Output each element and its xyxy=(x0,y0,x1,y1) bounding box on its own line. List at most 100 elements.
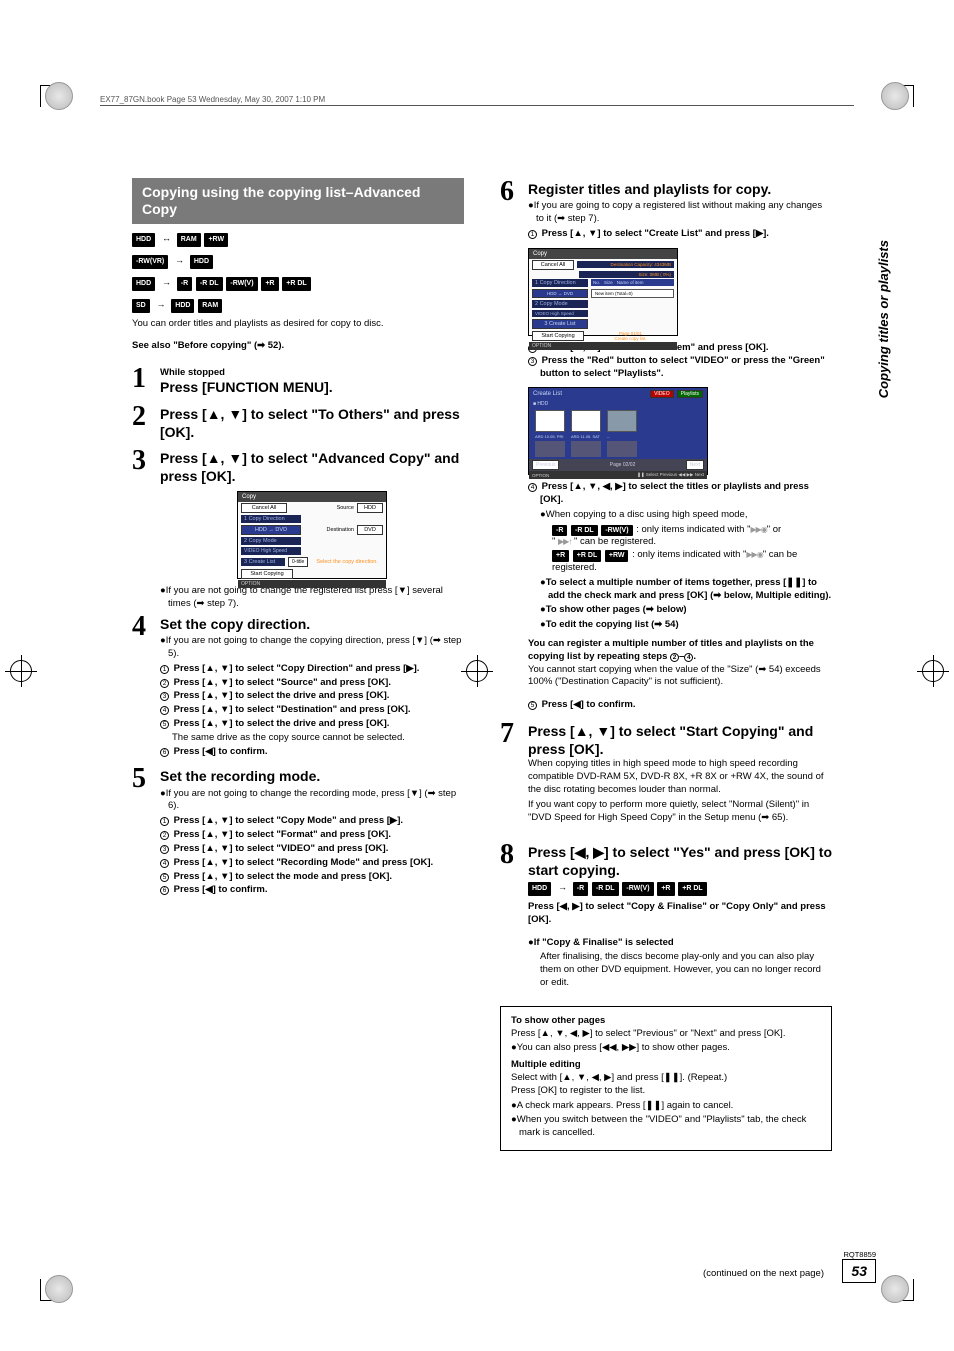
copy-mode-value: VIDEO High Speed xyxy=(532,310,588,317)
step-heading: Press [FUNCTION MENU]. xyxy=(160,378,464,396)
step-4: 4 Set the copy direction. ●If you are no… xyxy=(132,613,464,760)
previous-button: Previous xyxy=(532,460,559,470)
substep: 5 Press [▲, ▼] to select the mode and pr… xyxy=(160,871,464,884)
thumbnail xyxy=(571,410,601,432)
hs-media-line2: " ▶▶↑ " can be registered. xyxy=(540,536,832,549)
register-multiple-note: You can register a multiple number of ti… xyxy=(528,638,832,689)
footer-hint: ❚❚ Select Previous ◀◀ ▶▶ Next xyxy=(552,472,704,478)
ui-screenshot-copy-dialog: Copy Cancel All Source HDD 1 Copy Direct… xyxy=(237,491,387,579)
option-label: OPTION xyxy=(532,473,549,478)
hint-text: Create copy list. xyxy=(587,336,674,341)
thumbnail-empty xyxy=(607,441,637,457)
media-tag: -RW(V) xyxy=(226,277,257,292)
hs-media-line: -R -R DL -RW(V) : only items indicated w… xyxy=(540,524,832,537)
thumb-label: ARD 11.05. SAT xyxy=(571,434,601,439)
media-compat-line-3: HDD → -R -R DL -RW(V) +R +R DL xyxy=(132,274,464,292)
size-value: 0MB ( 0%) xyxy=(650,272,671,277)
destination-value: DVD xyxy=(357,525,383,535)
other-pages-note: ●To show other pages (➡ below) xyxy=(540,604,832,617)
step-8: 8 Press [◀, ▶] to select "Yes" and press… xyxy=(500,841,832,990)
highspeed-icon: ▶▶↑ xyxy=(558,537,571,548)
substep: 2 Press [▲, ▼] to select "Source" and pr… xyxy=(160,677,464,690)
media-tag: -RW(VR) xyxy=(132,255,168,270)
tips-body: Select with [▲, ▼, ◀, ▶] and press [❚❚].… xyxy=(511,1072,821,1085)
next-button: Next xyxy=(686,460,704,470)
thumbnail-empty xyxy=(535,441,565,457)
step-number: 3 xyxy=(132,447,160,475)
media-compat-line-2: -RW(VR) → HDD xyxy=(132,252,464,270)
page-indicator: Page 02/02 xyxy=(562,462,682,468)
step-6-note: ●If you are going to copy a registered l… xyxy=(528,200,832,226)
step-7-body2: If you want copy to perform more quietly… xyxy=(528,799,832,825)
create-list-row: 3 Create List xyxy=(532,319,588,329)
copy-direction-value: HDD → DVD xyxy=(241,525,301,535)
section-title: Copying using the copying list–Advanced … xyxy=(132,178,464,224)
substep: 4 Press [▲, ▼, ◀, ▶] to select the title… xyxy=(528,481,832,507)
highspeed-icon: ▶▶◉ xyxy=(750,525,766,536)
substep: 6 Press [◀] to confirm. xyxy=(160,746,464,759)
cancel-all-button: Cancel All xyxy=(532,260,574,270)
tips-body: Press [▲, ▼, ◀, ▶] to select "Previous" … xyxy=(511,1028,821,1041)
create-list-row: 3 Create List xyxy=(241,558,285,566)
step-5: 5 Set the recording mode. ●If you are no… xyxy=(132,765,464,898)
media-tag: RAM xyxy=(198,299,222,314)
dialog-title: Copy xyxy=(529,249,677,259)
multi-select-note: ●To select a multiple number of items to… xyxy=(540,577,832,603)
ui-screenshot-create-list: Copy Cancel All Destination Capacity: 43… xyxy=(528,248,678,336)
step-7: 7 Press [▲, ▼] to select "Start Copying"… xyxy=(500,720,832,834)
substep: 3 Press [▲, ▼] to select "VIDEO" and pre… xyxy=(160,843,464,856)
tips-box: To show other pages Press [▲, ▼, ◀, ▶] t… xyxy=(500,1006,832,1151)
thumbnail xyxy=(535,410,565,432)
substep: 3 Press [▲, ▼] to select the drive and p… xyxy=(160,690,464,703)
thumbnail xyxy=(607,410,637,432)
new-item-row: New item (Total=0) xyxy=(591,289,674,298)
step-4-note: ●If you are not going to change the copy… xyxy=(160,635,464,661)
step-1: 1 While stopped Press [FUNCTION MENU]. xyxy=(132,365,464,396)
step-3-note: ●If you are not going to change the regi… xyxy=(160,585,464,611)
step-2: 2 Press [▲, ▼] to select "To Others" and… xyxy=(132,403,464,441)
substep: 4 Press [▲, ▼] to select "Recording Mode… xyxy=(160,857,464,870)
media-tag: HDD xyxy=(132,277,155,292)
copy-mode-row: 2 Copy Mode xyxy=(532,300,588,308)
hs-media-line3: +R +R DL +RW : only items indicated with… xyxy=(540,549,832,575)
right-arrow-icon: → xyxy=(175,252,184,268)
media-compat-line-1: HDD ↔ RAM +RW xyxy=(132,230,464,248)
substep: 1 Press [▲, ▼] to select "Copy Mode" and… xyxy=(160,815,464,828)
document-id: RQT8859 xyxy=(843,1250,876,1259)
step-number: 1 xyxy=(132,365,160,393)
step-heading: Set the recording mode. xyxy=(160,767,464,785)
page-header: EX77_87GN.book Page 53 Wednesday, May 30… xyxy=(100,95,854,106)
media-tag: HDD xyxy=(190,255,213,270)
step-heading: Press [▲, ▼] to select "Advanced Copy" a… xyxy=(160,449,464,485)
step-heading: Register titles and playlists for copy. xyxy=(528,180,832,198)
ui-screenshot-thumbnail-list: Create List VIDEO Playlists ■ HDD ARD 10… xyxy=(528,387,708,475)
step-heading: Set the copy direction. xyxy=(160,615,464,633)
tips-heading: Multiple editing xyxy=(511,1059,821,1072)
option-label: OPTION xyxy=(241,581,260,587)
substep: 5 Press [◀] to confirm. xyxy=(528,699,832,712)
step-3: 3 Press [▲, ▼] to select "Advanced Copy"… xyxy=(132,447,464,485)
substep: 1 Press [▲, ▼] to select "Copy Direction… xyxy=(160,663,464,676)
col-size: Size xyxy=(604,280,613,285)
step-number: 2 xyxy=(132,403,160,431)
right-arrow-icon: → xyxy=(157,296,166,312)
manual-page: EX77_87GN.book Page 53 Wednesday, May 30… xyxy=(0,0,954,1351)
media-tag: HDD xyxy=(132,233,155,248)
left-column: Copying using the copying list–Advanced … xyxy=(132,178,464,1151)
right-column: 6 Register titles and playlists for copy… xyxy=(500,178,832,1151)
step-8-media: HDD → -R -R DL -RW(V) +R +R DL xyxy=(528,879,832,897)
substep: 6 Press [◀] to confirm. xyxy=(160,884,464,897)
registration-target-icon xyxy=(922,660,944,682)
substep: 2 Press [▲, ▼] to select "Format" and pr… xyxy=(160,829,464,842)
step-heading: Press [◀, ▶] to select "Yes" and press [… xyxy=(528,843,832,879)
media-tag: RAM xyxy=(177,233,201,248)
corner-ornament-icon xyxy=(881,82,909,110)
step-6: 6 Register titles and playlists for copy… xyxy=(500,178,832,242)
tips-heading: To show other pages xyxy=(511,1015,821,1028)
media-tag: HDD xyxy=(171,299,194,314)
col-name: Name of item xyxy=(617,280,644,285)
copy-mode-row: 2 Copy Mode xyxy=(241,537,301,545)
continued-label: (continued on the next page) xyxy=(703,1268,824,1279)
substep: 3 Press the "Red" button to select "VIDE… xyxy=(528,355,832,381)
thumbnail-empty xyxy=(571,441,601,457)
